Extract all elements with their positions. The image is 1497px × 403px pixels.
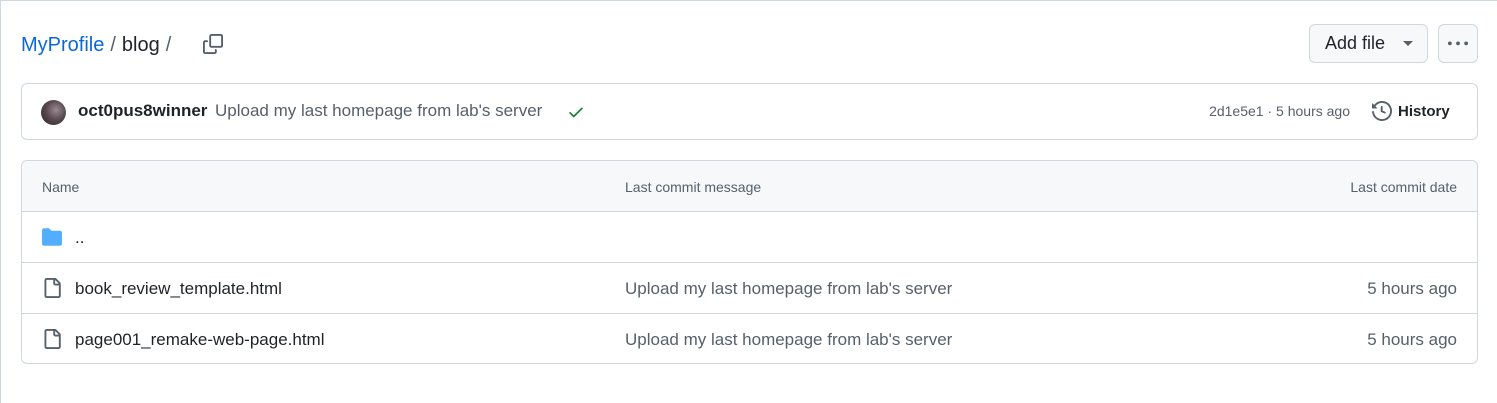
table-header: Name Last commit message Last commit dat… (22, 161, 1477, 212)
file-table: Name Last commit message Last commit dat… (21, 160, 1478, 364)
copy-path-button[interactable] (197, 28, 229, 60)
add-file-button[interactable]: Add file (1309, 24, 1428, 63)
more-options-button[interactable] (1438, 24, 1478, 63)
table-row[interactable]: page001_remake-web-page.html Upload my l… (22, 314, 1477, 363)
folder-icon (42, 228, 62, 246)
history-icon (1372, 101, 1392, 121)
column-header-date: Last commit date (1350, 179, 1457, 195)
commit-author-link[interactable]: oct0pus8winner (78, 101, 207, 121)
breadcrumb-separator: / (165, 33, 172, 56)
file-commit-message-link[interactable]: Upload my last homepage from lab's serve… (625, 279, 952, 299)
history-button[interactable]: History (1372, 101, 1450, 121)
table-row-parent-dir[interactable]: .. (22, 212, 1477, 263)
breadcrumb-current-dir: blog (121, 33, 160, 56)
chevron-down-icon (1403, 41, 1413, 46)
table-row[interactable]: book_review_template.html Upload my last… (22, 263, 1477, 314)
commit-time: 5 hours ago (1276, 103, 1350, 119)
breadcrumb-repo-link[interactable]: MyProfile (21, 34, 104, 57)
avatar[interactable] (41, 100, 66, 125)
commit-message-link[interactable]: Upload my last homepage from lab's serve… (215, 101, 542, 121)
file-name-link[interactable]: book_review_template.html (75, 279, 282, 299)
file-icon (44, 278, 61, 298)
column-header-message: Last commit message (625, 179, 762, 195)
commit-hash-link[interactable]: 2d1e5e1 (1209, 103, 1264, 119)
history-label: History (1398, 102, 1450, 120)
column-header-name: Name (42, 179, 80, 195)
file-commit-message-link[interactable]: Upload my last homepage from lab's serve… (625, 330, 952, 350)
latest-commit-bar: oct0pus8winner Upload my last homepage f… (21, 83, 1478, 140)
parent-dir-link[interactable]: .. (75, 228, 84, 248)
kebab-horizontal-icon (1448, 41, 1468, 45)
file-icon (44, 329, 61, 349)
file-commit-date: 5 hours ago (1367, 279, 1457, 298)
copy-icon (203, 34, 223, 54)
check-icon[interactable] (567, 103, 585, 121)
meta-separator: · (1263, 103, 1277, 119)
commit-meta: 2d1e5e1 · 5 hours ago (1209, 103, 1350, 119)
breadcrumb-separator: / (110, 33, 116, 56)
file-name-link[interactable]: page001_remake-web-page.html (75, 330, 325, 350)
file-commit-date: 5 hours ago (1367, 330, 1457, 349)
breadcrumb: MyProfile / blog / (21, 30, 177, 60)
add-file-label: Add file (1325, 33, 1386, 53)
